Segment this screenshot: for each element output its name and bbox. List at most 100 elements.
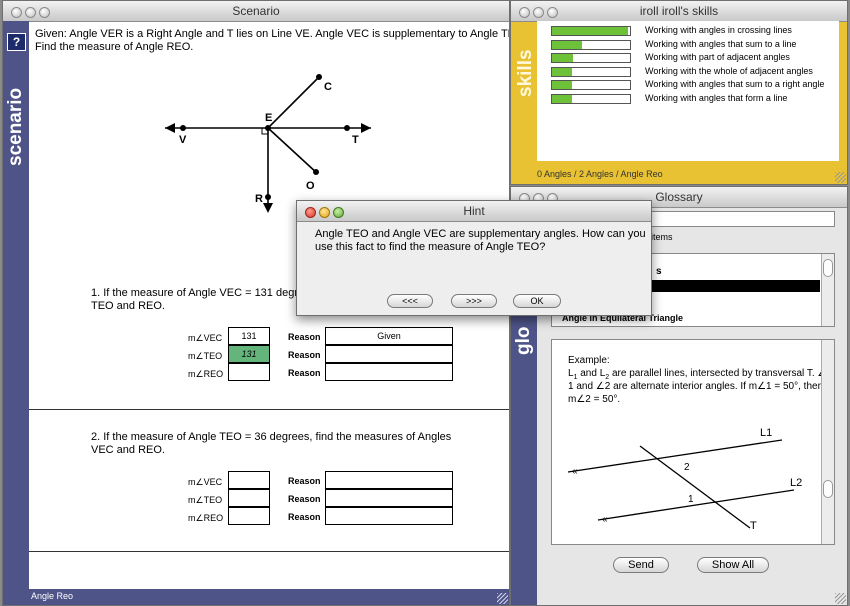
skill-progress-fill (552, 94, 572, 103)
diagram-label-angle-2: 2 (684, 462, 690, 473)
q1-row-3-reason-label: Reason (288, 368, 321, 378)
diagram-label-l2: L2 (790, 477, 802, 489)
skills-sidebar-label: skills (515, 49, 536, 97)
skill-progress-fill (552, 81, 572, 89)
q1-row-1-label: m∠VEC (188, 333, 223, 343)
example-scrollbar[interactable] (821, 340, 834, 544)
q2-row-1-value-input[interactable] (228, 471, 270, 489)
glossary-sidebar-label: glo (513, 326, 534, 356)
skill-label: Working with angles that sum to a right … (645, 79, 825, 89)
q2-row-3-label: m∠REO (188, 513, 224, 523)
scenario-status-text: Angle Reo (31, 591, 74, 601)
ok-button[interactable]: OK (513, 294, 561, 308)
send-button[interactable]: Send (613, 557, 669, 573)
q2-row-3-reason-input[interactable] (325, 507, 453, 525)
skills-panel: Working with angles in crossing lines Wor… (537, 21, 839, 161)
skills-status-text: 0 Angles / 2 Angles / Angle Reo (537, 169, 663, 179)
next-hint-button[interactable]: >>> (451, 294, 497, 308)
skills-titlebar[interactable]: iroll iroll's skills (511, 1, 847, 22)
given-line-1: Given: Angle VER is a Right Angle and T … (35, 28, 510, 40)
label-t: T (352, 134, 359, 146)
scenario-sidebar-label: scenario (5, 87, 26, 166)
skill-progress-fill (552, 54, 574, 62)
scenario-titlebar[interactable]: Scenario (3, 1, 509, 22)
q1-row-1-reason-label: Reason (288, 332, 321, 342)
hint-title: Hint (463, 204, 485, 218)
label-c: C (324, 81, 332, 93)
given-line-2: Find the measure of Angle REO. (35, 41, 194, 53)
q2-row-2-reason-label: Reason (288, 494, 321, 504)
show-all-button[interactable]: Show All (697, 557, 769, 573)
skill-label: Working with the whole of adjacent angle… (645, 65, 813, 76)
skill-progress-bar (551, 39, 631, 50)
scroll-thumb[interactable] (823, 259, 833, 277)
resize-grip-icon[interactable] (497, 593, 508, 604)
example-line-2: 1 and ∠2 are alternate interior angles. … (568, 381, 824, 392)
q1-line-2: TEO and REO. (91, 300, 165, 312)
svg-text:«: « (602, 514, 608, 525)
skill-progress-bar (551, 66, 631, 77)
q2-row-1-reason-input[interactable] (325, 471, 453, 489)
skill-progress-fill (552, 67, 572, 76)
glossary-list-header: items (651, 232, 673, 242)
q1-line-1: 1. If the measure of Angle VEC = 131 deg… (91, 287, 311, 299)
skill-progress-fill (552, 27, 628, 35)
q1-row-2-label: m∠TEO (188, 351, 223, 361)
q2-row-2-value-input[interactable] (228, 489, 270, 507)
hint-text-line-2: use this fact to find the measure of Ang… (315, 241, 546, 253)
skill-label: Working with angles that form a line (645, 92, 788, 103)
scenario-status-bar: Angle Reo (3, 589, 509, 605)
q2-line-2: VEC and REO. (91, 444, 165, 456)
diagram-label-t: T (750, 520, 757, 532)
q1-row-1-value-input[interactable]: 131 (228, 327, 270, 345)
parallel-lines-diagram: « « L1 L2 T 1 2 (567, 427, 802, 532)
q2-line-1: 2. If the measure of Angle TEO = 36 degr… (91, 431, 452, 443)
hint-titlebar[interactable]: Hint (297, 201, 651, 222)
skill-label: Working with part of adjacent angles (645, 52, 790, 62)
skills-title: iroll iroll's skills (639, 4, 719, 18)
glossary-search-input[interactable] (651, 211, 835, 227)
skills-window: iroll iroll's skills Working with angles… (510, 0, 848, 185)
svg-text:«: « (572, 466, 578, 477)
label-v: V (179, 134, 187, 146)
q2-row-1-label: m∠VEC (188, 477, 223, 487)
resize-grip-icon[interactable] (835, 172, 846, 183)
angle-diagram: V E T C O R (165, 74, 371, 213)
q2-row-3-value-input[interactable] (228, 507, 270, 525)
q1-row-3-label: m∠REO (188, 369, 224, 379)
resize-grip-icon[interactable] (835, 593, 846, 604)
q1-row-3-value-input[interactable] (228, 363, 270, 381)
glossary-list-scrollbar[interactable] (821, 254, 834, 326)
q2-row-3-reason-label: Reason (288, 512, 321, 522)
scroll-thumb[interactable] (823, 480, 833, 498)
skill-progress-bar (551, 53, 631, 63)
q1-row-2-reason-input[interactable] (325, 345, 453, 363)
skill-label: Working with angles that sum to a line (645, 38, 797, 49)
q2-row-1-reason-label: Reason (288, 476, 321, 486)
q1-row-2-value-input[interactable]: 131 (228, 345, 270, 363)
divider-1 (29, 409, 509, 410)
q1-row-1-reason-input[interactable]: Given (325, 327, 453, 345)
divider-2 (29, 551, 509, 552)
q2-row-2-label: m∠TEO (188, 495, 223, 505)
glossary-list-item[interactable]: s (656, 266, 662, 277)
skill-progress-bar (551, 26, 631, 36)
q1-row-2-reason-label: Reason (288, 350, 321, 360)
help-icon[interactable]: ? (7, 33, 26, 51)
hint-text-line-1: Angle TEO and Angle VEC are supplementar… (315, 228, 646, 240)
label-e: E (265, 112, 272, 124)
scenario-sidebar: ? scenario (3, 21, 29, 605)
skill-progress-fill (552, 40, 582, 49)
example-title: Example: (568, 355, 610, 366)
skill-label: Working with angles in crossing lines (645, 25, 792, 35)
q1-row-3-reason-input[interactable] (325, 363, 453, 381)
label-r: R (255, 193, 263, 205)
previous-hint-button[interactable]: <<< (387, 294, 433, 308)
example-line-3: m∠2 = 50°. (568, 394, 621, 405)
label-o: O (306, 180, 315, 192)
scenario-title: Scenario (232, 4, 280, 18)
hint-dialog: Hint Angle TEO and Angle VEC are supplem… (296, 200, 652, 316)
q2-row-2-reason-input[interactable] (325, 489, 453, 507)
skill-progress-bar (551, 93, 631, 104)
glossary-example-panel: Example: L1 and L2 are parallel lines, i… (551, 339, 835, 545)
